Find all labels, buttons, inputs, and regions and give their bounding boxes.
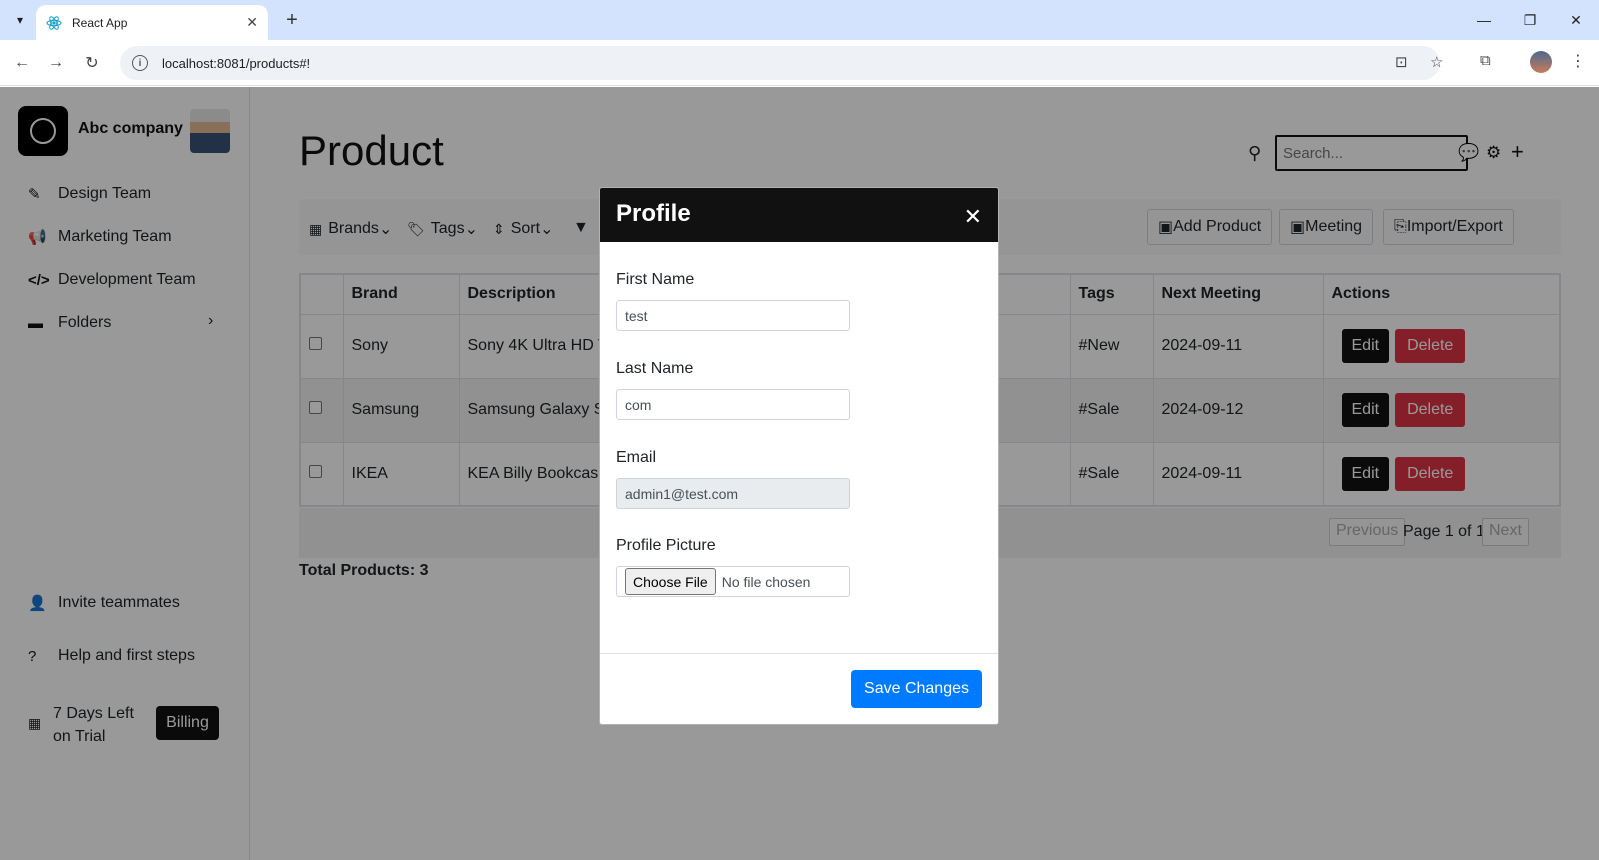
restore-icon[interactable]: ❐ <box>1507 0 1553 40</box>
modal-footer: Save Changes <box>600 653 998 724</box>
email-field <box>616 478 850 509</box>
url-text: localhost:8081/products#! <box>162 55 311 71</box>
modal-title: Profile <box>616 200 691 227</box>
profile-picture-input[interactable]: Choose File No file chosen <box>616 566 850 597</box>
site-info-icon[interactable]: i <box>132 55 148 71</box>
file-status: No file chosen <box>721 573 811 590</box>
email-label: Email <box>616 449 657 466</box>
extensions-icon[interactable]: ⧉ <box>1480 52 1491 69</box>
modal-header: Profile ✕ <box>600 188 998 242</box>
browser-tab-bar: ▾ React App ✕ + — ❐ ✕ <box>0 0 1599 40</box>
minimize-icon[interactable]: — <box>1461 0 1507 40</box>
window-controls: — ❐ ✕ <box>1461 0 1599 40</box>
reload-icon[interactable]: ↻ <box>80 51 104 75</box>
back-icon[interactable]: ← <box>10 51 34 75</box>
install-app-icon[interactable]: ⊡ <box>1395 53 1408 71</box>
close-icon[interactable]: ✕ <box>964 204 982 230</box>
window-close-icon[interactable]: ✕ <box>1553 0 1599 40</box>
profile-modal: Profile ✕ First Name Last Name Email Pro… <box>599 187 999 725</box>
save-changes-button[interactable]: Save Changes <box>851 670 982 708</box>
address-bar[interactable]: i localhost:8081/products#! <box>120 46 1440 80</box>
browser-menu-icon[interactable]: ⋮ <box>1570 51 1586 71</box>
browser-toolbar: ← → ↻ i localhost:8081/products#! ⊡ ☆ ⧉ <box>0 40 1599 86</box>
new-tab-icon[interactable]: + <box>280 8 304 32</box>
browser-tab[interactable]: React App ✕ <box>36 5 268 40</box>
profile-picture-label: Profile Picture <box>616 537 716 554</box>
last-name-label: Last Name <box>616 360 694 377</box>
last-name-field[interactable] <box>616 389 850 420</box>
tab-close-icon[interactable]: ✕ <box>246 14 258 31</box>
browser-profile-avatar[interactable] <box>1530 51 1552 73</box>
tab-title: React App <box>72 15 128 30</box>
react-logo-icon <box>46 15 62 30</box>
forward-icon[interactable]: → <box>44 51 68 75</box>
choose-file-button[interactable]: Choose File <box>625 568 716 595</box>
bookmark-star-icon[interactable]: ☆ <box>1430 53 1443 71</box>
tab-search-chevron-icon[interactable]: ▾ <box>8 8 32 32</box>
first-name-field[interactable] <box>616 300 850 331</box>
first-name-label: First Name <box>616 271 695 288</box>
